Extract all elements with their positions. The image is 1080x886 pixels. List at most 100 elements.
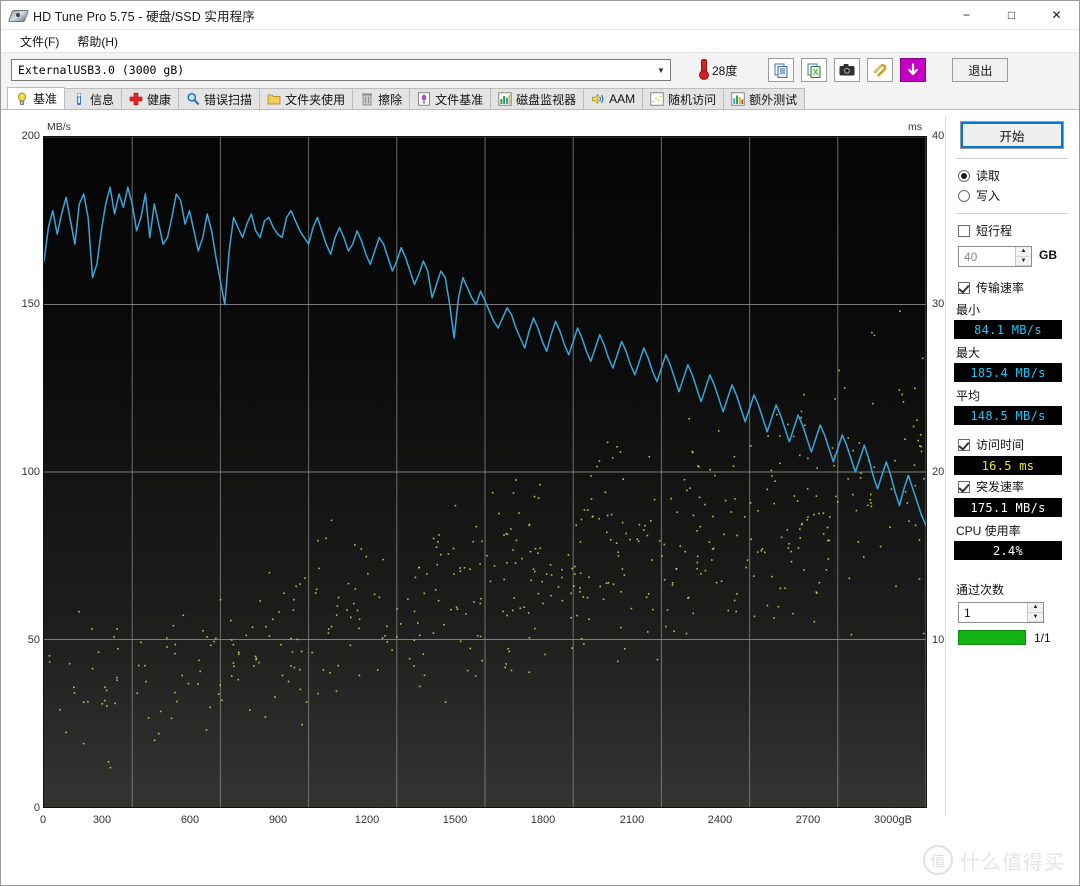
window-controls: − □ ✕ bbox=[944, 1, 1079, 29]
speaker-icon bbox=[591, 92, 605, 106]
tab-file-benchmark[interactable]: 文件基准 bbox=[409, 88, 492, 109]
maximum-label: 最大 bbox=[956, 346, 981, 360]
tab-disk-monitor[interactable]: 磁盘监视器 bbox=[490, 88, 585, 109]
minimum-label: 最小 bbox=[956, 303, 981, 317]
tab-extra-tests[interactable]: 额外测试 bbox=[723, 88, 806, 109]
drive-toolbar: ExternalUSB3.0 (3000 gB) ▼ 28度 X 退出 bbox=[1, 52, 1079, 87]
thermometer-icon bbox=[698, 59, 709, 81]
y2-axis-title: ms bbox=[908, 121, 922, 133]
download-arrow-icon[interactable] bbox=[900, 58, 927, 82]
passes-stepper[interactable]: 1 ▲ ▼ bbox=[958, 602, 1044, 623]
y-tick-200: 200 bbox=[21, 130, 40, 142]
burst-rate-value: 175.1 MB/s bbox=[954, 498, 1062, 517]
health-cross-icon bbox=[129, 92, 143, 106]
tab-info[interactable]: 信息 bbox=[64, 88, 123, 109]
panel-divider bbox=[945, 116, 946, 816]
title-bar: HD Tune Pro 5.75 - 硬盘/SSD 实用程序 − □ ✕ bbox=[1, 1, 1079, 30]
short-stroke-stepper[interactable]: 40 ▲ ▼ bbox=[958, 246, 1032, 267]
y-tick-0: 0 bbox=[33, 802, 40, 814]
tab-erase[interactable]: 擦除 bbox=[352, 88, 411, 109]
temperature-indicator: 28度 bbox=[693, 57, 742, 83]
screenshot-camera-icon[interactable] bbox=[834, 58, 861, 82]
x-tick-0: 0 bbox=[39, 814, 47, 826]
tab-file-benchmark-label: 文件基准 bbox=[435, 92, 484, 107]
passes-stepper-down-icon[interactable]: ▼ bbox=[1028, 612, 1043, 622]
drive-select-value: ExternalUSB3.0 (3000 gB) bbox=[18, 63, 185, 77]
progress-text: 1/1 bbox=[1034, 630, 1051, 645]
x-tick-1800: 1800 bbox=[530, 814, 556, 826]
x-tick-2100: 2100 bbox=[619, 814, 645, 826]
y-tick-150: 150 bbox=[21, 298, 40, 310]
benchmark-chart: MB/s ms 200 150 100 50 0 40 30 20 10 0 3… bbox=[14, 120, 945, 830]
menu-file[interactable]: 文件(F) bbox=[11, 31, 68, 52]
info-icon bbox=[72, 92, 86, 106]
hard-disk-icon bbox=[7, 7, 30, 23]
benchmark-panel: MB/s ms 200 150 100 50 0 40 30 20 10 0 3… bbox=[2, 112, 1078, 884]
pass-progress: 1/1 bbox=[958, 630, 1070, 645]
x-tick-2700: 2700 bbox=[795, 814, 821, 826]
checkbox-transfer-rate[interactable]: 传输速率 bbox=[958, 279, 1070, 296]
progress-bar bbox=[958, 630, 1026, 645]
tab-erase-label: 擦除 bbox=[378, 92, 403, 107]
tab-bar: 基准 信息 健康 错误扫描 文件夹使用 擦除 文件基准 磁盘监视器 AAM 随机… bbox=[1, 87, 1079, 110]
checkbox-short-stroke[interactable]: 短行程 bbox=[958, 222, 1070, 239]
radio-read-indicator[interactable] bbox=[958, 169, 970, 182]
copy-icon[interactable] bbox=[768, 58, 795, 82]
checkbox-access-time[interactable]: 访问时间 bbox=[958, 436, 1070, 453]
tab-benchmark[interactable]: 基准 bbox=[7, 87, 66, 109]
stepper-buttons[interactable]: ▲ ▼ bbox=[1015, 247, 1031, 266]
temperature-value: 28度 bbox=[712, 63, 738, 78]
options-panel: 开始 读取 写入 短行程 40 ▲ ▼ GB 传输速率 最小 84.1 MB/s… bbox=[954, 118, 1070, 818]
tab-aam[interactable]: AAM bbox=[583, 88, 644, 109]
maximize-button[interactable]: □ bbox=[989, 1, 1034, 29]
magnifier-icon bbox=[186, 92, 200, 106]
tab-health[interactable]: 健康 bbox=[121, 88, 180, 109]
x-tick-2400: 2400 bbox=[707, 814, 733, 826]
checkbox-access-time-box[interactable] bbox=[958, 438, 970, 451]
maximum-value: 185.4 MB/s bbox=[954, 363, 1062, 382]
divider bbox=[956, 213, 1068, 214]
minimum-value: 84.1 MB/s bbox=[954, 320, 1062, 339]
drive-select[interactable]: ExternalUSB3.0 (3000 gB) ▼ bbox=[11, 59, 671, 81]
checkbox-transfer-rate-box[interactable] bbox=[958, 281, 970, 294]
export-excel-icon[interactable]: X bbox=[801, 58, 828, 82]
x-tick-900: 900 bbox=[268, 814, 288, 826]
radio-read[interactable]: 读取 bbox=[958, 167, 1070, 184]
radio-write-indicator[interactable] bbox=[958, 189, 970, 202]
tab-disk-monitor-label: 磁盘监视器 bbox=[516, 92, 577, 107]
tab-health-label: 健康 bbox=[147, 92, 172, 107]
checkbox-short-stroke-box[interactable] bbox=[958, 224, 970, 237]
tab-error-scan[interactable]: 错误扫描 bbox=[178, 88, 261, 109]
svg-text:X: X bbox=[813, 68, 819, 77]
tab-random-access-label: 随机访问 bbox=[668, 92, 717, 107]
tab-random-access[interactable]: 随机访问 bbox=[642, 88, 725, 109]
watermark: 值 什么值得买 bbox=[923, 845, 1065, 875]
tab-folder-usage-label: 文件夹使用 bbox=[285, 92, 346, 107]
stepper-up-icon[interactable]: ▲ bbox=[1016, 247, 1031, 257]
passes-stepper-up-icon[interactable]: ▲ bbox=[1028, 603, 1043, 613]
short-stroke-value: 40 bbox=[964, 249, 978, 264]
attachment-icon[interactable] bbox=[867, 58, 894, 82]
chevron-down-icon[interactable]: ▼ bbox=[652, 60, 670, 80]
passes-stepper-buttons[interactable]: ▲ ▼ bbox=[1027, 603, 1043, 622]
tab-folder-usage[interactable]: 文件夹使用 bbox=[259, 88, 354, 109]
disk-monitor-icon bbox=[498, 92, 512, 106]
toolbar-buttons: X bbox=[768, 58, 927, 82]
menu-help[interactable]: 帮助(H) bbox=[68, 31, 127, 52]
start-button[interactable]: 开始 bbox=[960, 121, 1064, 149]
checkbox-burst-rate-box[interactable] bbox=[958, 480, 970, 493]
minimize-button[interactable]: − bbox=[944, 1, 989, 29]
checkbox-burst-rate-label: 突发速率 bbox=[976, 480, 1025, 494]
watermark-logo-icon: 值 bbox=[923, 845, 953, 875]
tab-error-scan-label: 错误扫描 bbox=[204, 92, 253, 107]
random-access-icon bbox=[650, 92, 664, 106]
close-button[interactable]: ✕ bbox=[1034, 1, 1079, 29]
short-stroke-unit: GB bbox=[1039, 247, 1057, 262]
radio-write[interactable]: 写入 bbox=[958, 187, 1070, 204]
stepper-down-icon[interactable]: ▼ bbox=[1016, 256, 1031, 266]
exit-button[interactable]: 退出 bbox=[952, 58, 1009, 82]
x-tick-1500: 1500 bbox=[442, 814, 468, 826]
checkbox-burst-rate[interactable]: 突发速率 bbox=[958, 478, 1070, 495]
benchmark-icon bbox=[15, 92, 29, 106]
file-benchmark-icon bbox=[417, 92, 431, 106]
